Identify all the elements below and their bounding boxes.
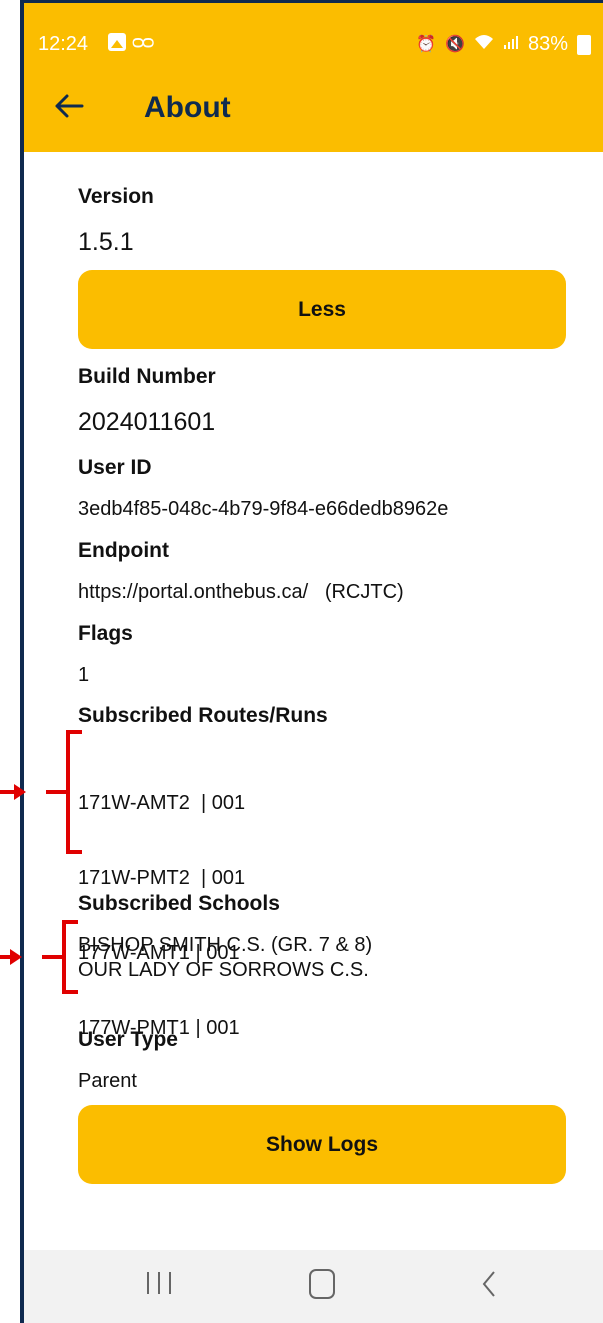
routes-annotation-bracket [0,730,82,854]
battery-percent: 83% [527,33,568,55]
build-number-label: Build Number [78,365,216,388]
user-id-value: 3edb4f85-048c-4b79-9f84-e66dedb8962e [78,498,449,520]
image-icon [108,33,126,51]
less-button[interactable]: Less [78,270,566,349]
status-icons: ⏰ 🔇 83% [416,33,591,56]
recent-apps-icon[interactable] [147,1272,171,1294]
flags-label: Flags [78,622,133,645]
wifi-icon [474,34,494,56]
status-time: 12:24 [38,33,89,55]
build-number-value: 2024011601 [78,408,216,436]
back-button[interactable] [52,89,86,123]
battery-icon [577,34,591,55]
back-icon[interactable] [480,1270,500,1298]
home-icon[interactable] [309,1269,335,1299]
voicemail-icon: ᴑᴑ [132,31,154,53]
route-item: 171W-AMT2 | 001 [78,792,246,814]
version-value: 1.5.1 [78,228,134,256]
subscribed-routes-label: Subscribed Routes/Runs [78,704,328,727]
alarm-icon: ⏰ [416,35,437,53]
mute-icon: 🔇 [445,35,465,53]
system-nav-bar [24,1250,603,1323]
app-bar: About [24,59,603,152]
show-logs-button[interactable]: Show Logs [78,1105,566,1184]
subscribed-schools-list: BISHOP SMITH C.S. (GR. 7 & 8) OUR LADY O… [78,933,372,983]
user-type-value: Parent [78,1070,137,1092]
endpoint-label: Endpoint [78,539,169,562]
flags-value: 1 [78,664,90,686]
signal-icon [503,34,519,56]
version-label: Version [78,185,154,208]
endpoint-value: https://portal.onthebus.ca/ (RCJTC) [78,581,404,603]
page-title: About [144,91,231,124]
schools-annotation-bracket [0,920,78,994]
subscribed-schools-label: Subscribed Schools [78,892,280,915]
school-item: BISHOP SMITH C.S. (GR. 7 & 8) [78,934,373,956]
arrow-left-icon [55,94,84,118]
user-id-label: User ID [78,456,152,479]
phone-screen: 12:24 ᴑᴑ ⏰ 🔇 83% About Version 1.5.1 Les… [24,3,603,1323]
status-bar: 12:24 ᴑᴑ ⏰ 🔇 83% [24,3,603,59]
user-type-label: User Type [78,1028,178,1051]
school-item: OUR LADY OF SORROWS C.S. [78,959,369,981]
route-item: 171W-PMT2 | 001 [78,867,246,889]
